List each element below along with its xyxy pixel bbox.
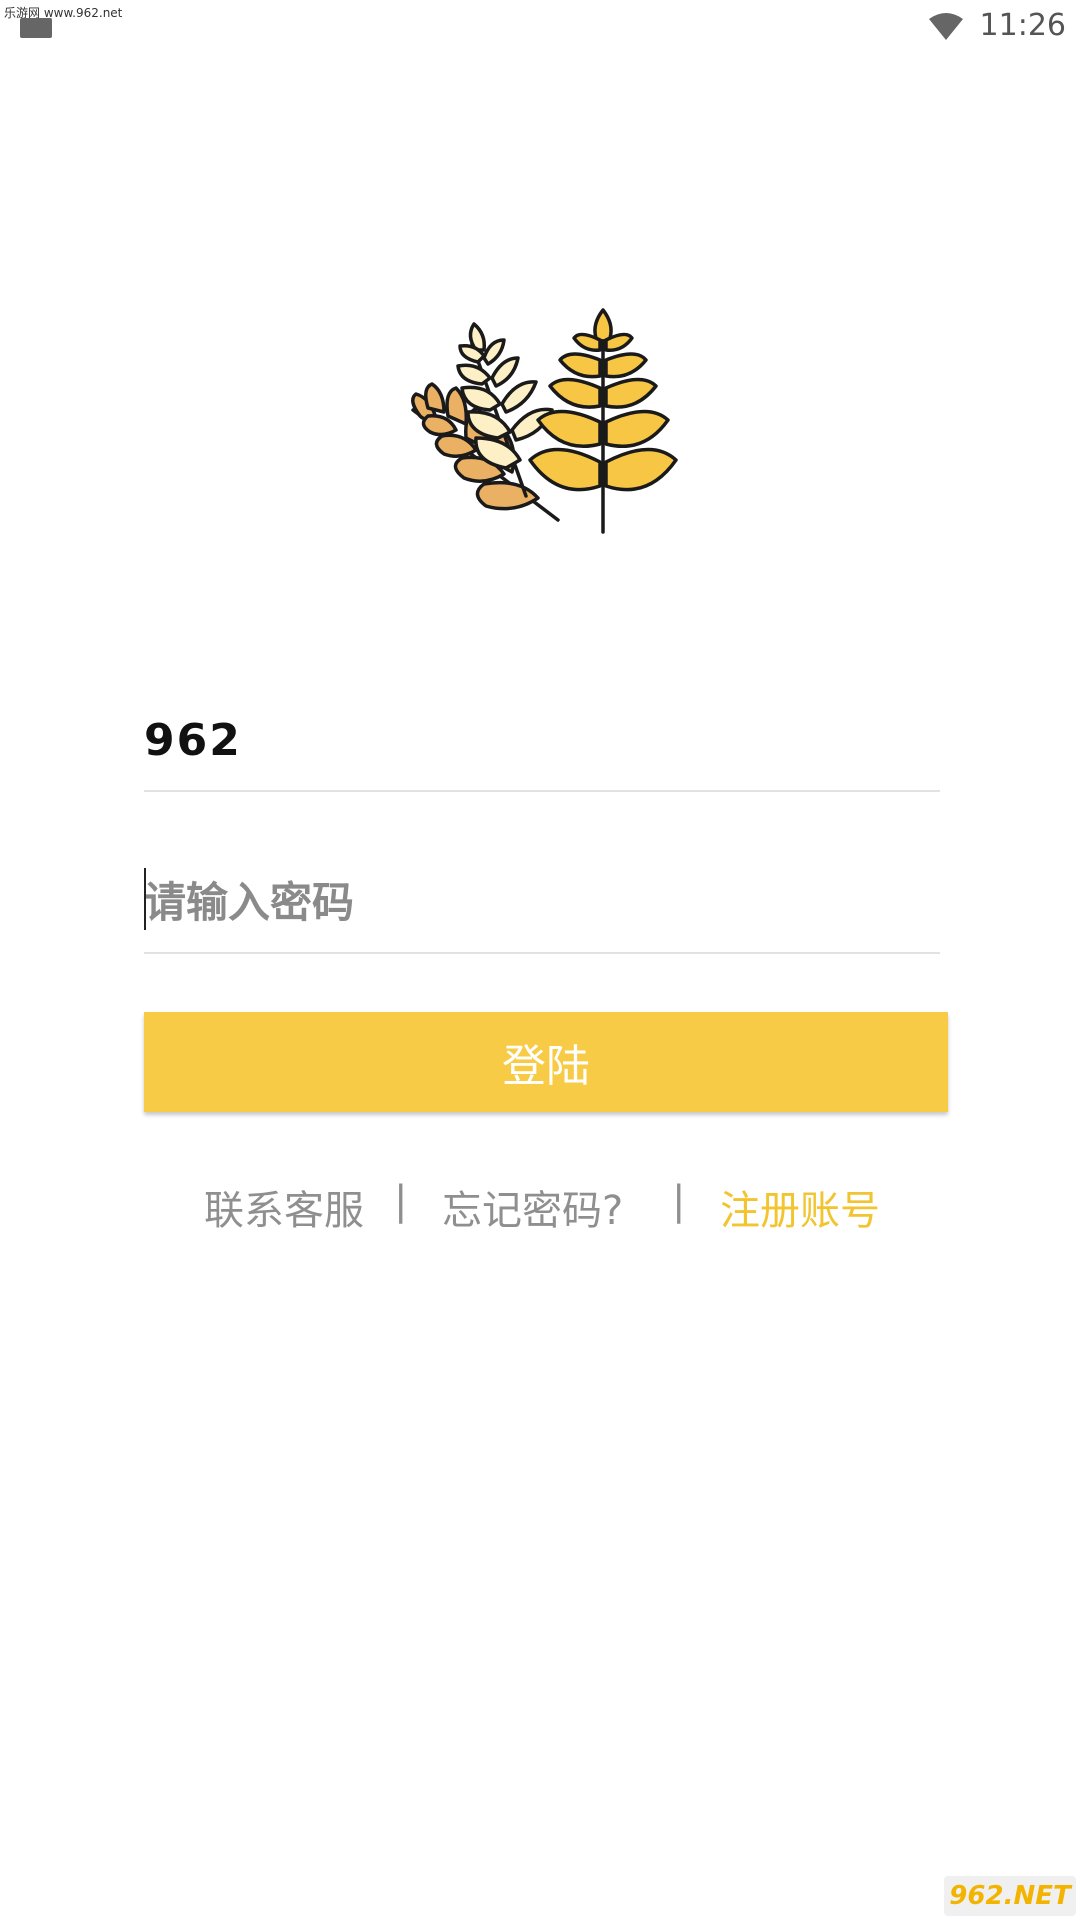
login-button[interactable]: 登陆 <box>144 1012 948 1112</box>
contact-service-link[interactable]: 联系客服 <box>204 1178 364 1236</box>
login-screen: 乐游网 www.962.net 11:26 962 登陆 联系客服 | 忘记密码… <box>0 0 1080 1920</box>
forgot-password-link[interactable]: 忘记密码? <box>442 1178 623 1236</box>
link-separator: | <box>672 1178 686 1224</box>
register-account-link[interactable]: 注册账号 <box>720 1178 880 1236</box>
password-field[interactable] <box>144 852 940 954</box>
status-bar: 乐游网 www.962.net 11:26 <box>0 0 1080 56</box>
username-input[interactable] <box>144 690 940 790</box>
text-caret <box>144 868 146 930</box>
password-input[interactable] <box>144 852 940 952</box>
corner-watermark: 962.NET <box>944 1876 1076 1916</box>
wheat-logo-icon <box>411 308 678 534</box>
status-clock: 11:26 <box>979 8 1066 43</box>
username-field[interactable] <box>144 690 940 792</box>
notification-icon <box>20 18 52 38</box>
link-separator: | <box>394 1178 408 1224</box>
wifi-icon <box>929 13 963 40</box>
auth-links: 联系客服 | 忘记密码? | 注册账号 <box>0 1170 1080 1240</box>
